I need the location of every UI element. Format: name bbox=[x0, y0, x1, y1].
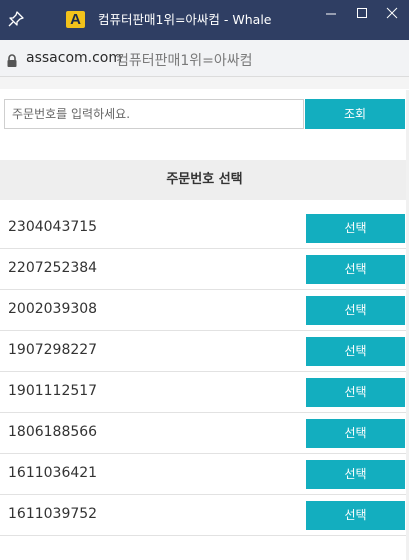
maximize-icon[interactable] bbox=[350, 5, 374, 23]
order-row: 1611036421 선택 bbox=[0, 454, 409, 495]
order-number: 2304043715 bbox=[8, 219, 98, 235]
address-bar[interactable]: assacom.com 컴퓨터판매1위=아싸컴 bbox=[0, 40, 409, 76]
select-button[interactable]: 선택 bbox=[306, 501, 405, 530]
address-domain[interactable]: assacom.com bbox=[26, 50, 122, 66]
window-title: 컴퓨터판매1위=아싸컴 - Whale bbox=[98, 12, 272, 27]
order-number: 2207252384 bbox=[8, 260, 98, 276]
pin-icon[interactable] bbox=[6, 9, 26, 29]
select-button[interactable]: 선택 bbox=[306, 419, 405, 448]
order-row: 1901112517 선택 bbox=[0, 372, 409, 413]
order-number: 1611036421 bbox=[8, 465, 98, 481]
order-number: 1907298227 bbox=[8, 342, 98, 358]
window-titlebar: A 컴퓨터판매1위=아싸컴 - Whale bbox=[0, 0, 409, 40]
order-row: 1806188566 선택 bbox=[0, 413, 409, 454]
close-icon[interactable] bbox=[380, 5, 404, 23]
order-row: 2207252384 선택 bbox=[0, 249, 409, 290]
order-number: 2002039308 bbox=[8, 301, 98, 317]
address-page-title[interactable]: 컴퓨터판매1위=아싸컴 bbox=[116, 50, 253, 70]
select-button[interactable]: 선택 bbox=[306, 214, 405, 243]
select-button[interactable]: 선택 bbox=[306, 337, 405, 366]
app-logo-icon: A bbox=[66, 11, 85, 28]
select-button[interactable]: 선택 bbox=[306, 378, 405, 407]
select-button[interactable]: 선택 bbox=[306, 255, 405, 284]
order-row: 2002039308 선택 bbox=[0, 290, 409, 331]
order-number: 1806188566 bbox=[8, 424, 98, 440]
lock-icon[interactable] bbox=[6, 53, 18, 67]
minimize-icon[interactable] bbox=[319, 5, 343, 23]
content-top-shade bbox=[0, 77, 409, 89]
order-number-input[interactable] bbox=[4, 99, 304, 129]
order-row: 1611039752 선택 bbox=[0, 495, 409, 536]
select-button[interactable]: 선택 bbox=[306, 460, 405, 489]
order-row: 1907298227 선택 bbox=[0, 331, 409, 372]
order-number: 1611039752 bbox=[8, 506, 98, 522]
search-button[interactable]: 조회 bbox=[305, 99, 405, 129]
order-number: 1901112517 bbox=[8, 383, 98, 399]
select-button[interactable]: 선택 bbox=[306, 296, 405, 325]
section-title: 주문번호 선택 bbox=[0, 160, 409, 200]
order-row: 2304043715 선택 bbox=[0, 208, 409, 249]
